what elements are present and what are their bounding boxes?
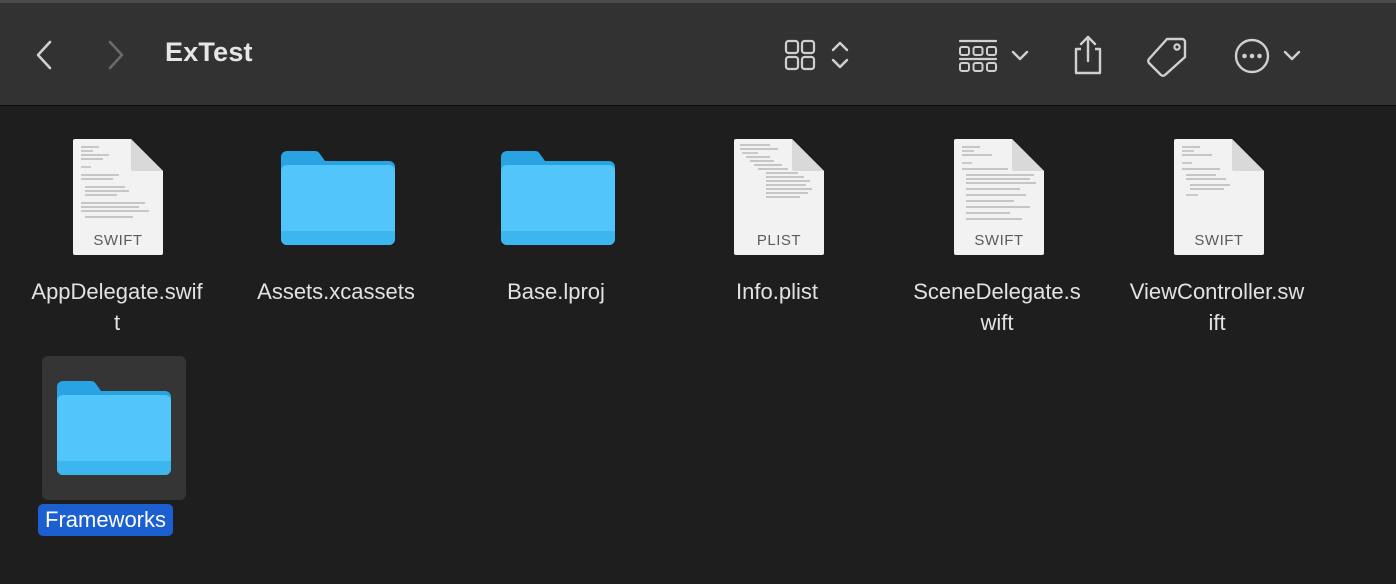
ellipsis-circle-icon bbox=[1234, 38, 1301, 74]
view-mode-button[interactable] bbox=[780, 37, 856, 73]
grid-view-icon bbox=[784, 39, 849, 71]
share-button[interactable] bbox=[1068, 33, 1108, 77]
file-name: AppDelegate.swif t bbox=[31, 279, 203, 335]
chevron-right-icon bbox=[108, 40, 124, 70]
share-icon bbox=[1074, 35, 1102, 75]
file-name: ViewController.sw ift bbox=[1129, 279, 1305, 335]
file-name: SceneDelegate.s wift bbox=[913, 279, 1081, 335]
svg-text:SWIFT: SWIFT bbox=[93, 232, 142, 249]
more-actions-button[interactable] bbox=[1232, 37, 1304, 75]
swift-file-icon: SWIFT bbox=[948, 136, 1048, 258]
finder-window: ExTest SWIFT AppDelegate.swif t Assets.x… bbox=[0, 0, 1396, 584]
file-name: Assets.xcassets bbox=[257, 279, 415, 304]
file-name: Info.plist bbox=[736, 279, 818, 304]
back-button[interactable] bbox=[28, 37, 60, 73]
group-by-icon bbox=[958, 39, 1029, 72]
folder-icon bbox=[496, 146, 620, 250]
file-name-selected: Frameworks bbox=[38, 504, 174, 536]
svg-text:PLIST: PLIST bbox=[757, 232, 801, 249]
window-title: ExTest bbox=[165, 37, 253, 67]
svg-text:SWIFT: SWIFT bbox=[1194, 232, 1243, 249]
group-by-button[interactable] bbox=[955, 37, 1035, 73]
file-grid: SWIFT AppDelegate.swif t Assets.xcassets bbox=[0, 106, 1396, 584]
plist-file-icon: PLIST bbox=[728, 136, 828, 258]
svg-text:SWIFT: SWIFT bbox=[974, 232, 1023, 249]
toolbar: ExTest bbox=[0, 0, 1396, 106]
swift-file-icon: SWIFT bbox=[1168, 136, 1268, 258]
tag-icon bbox=[1147, 37, 1187, 77]
folder-icon bbox=[52, 376, 176, 480]
swift-file-icon: SWIFT bbox=[67, 136, 167, 258]
forward-button[interactable] bbox=[100, 37, 132, 73]
folder-icon bbox=[276, 146, 400, 250]
file-name: Base.lproj bbox=[507, 279, 605, 304]
chevron-left-icon bbox=[36, 40, 52, 70]
tag-button[interactable] bbox=[1145, 35, 1189, 77]
